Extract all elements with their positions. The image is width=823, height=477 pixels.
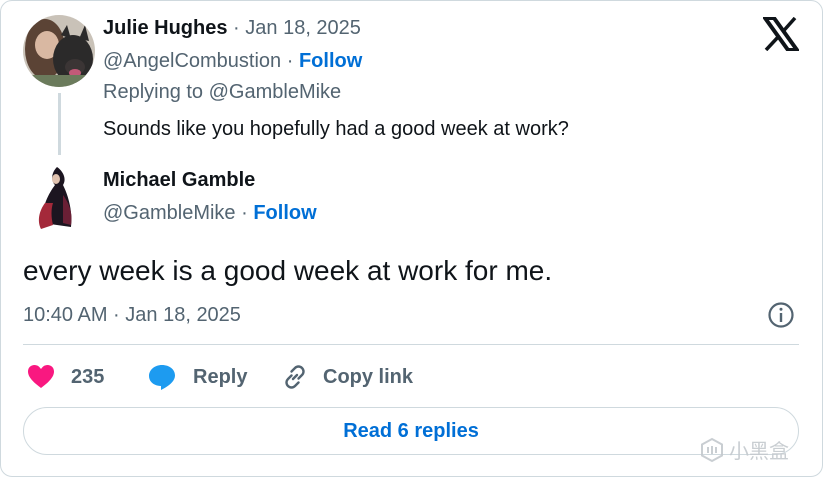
handle-separator: · [281,50,299,72]
tweet-timestamp[interactable]: 10:40 AM · Jan 18, 2025 [23,304,241,327]
parent-handle-row: @AngelCombustion · Follow [103,50,362,73]
copy-link-button[interactable]: Copy link [281,359,413,395]
replying-to[interactable]: Replying to @GambleMike [103,81,341,104]
like-button[interactable]: 235 [27,359,104,395]
parent-author-handle[interactable]: @AngelCombustion [103,50,281,72]
watermark-icon [701,437,723,462]
follow-button-parent[interactable]: Follow [299,50,362,72]
main-handle-row: @GambleMike · Follow [103,202,317,225]
avatar-michael-gamble[interactable] [23,163,95,235]
parent-tweet-text: Sounds like you hopefully had a good wee… [103,118,569,140]
read-replies-button[interactable]: Read 6 replies [23,407,799,455]
main-tweet-text: every week is a good week at work for me… [23,255,553,286]
parent-tweet-date[interactable]: Jan 18, 2025 [245,17,361,39]
reply-label: Reply [193,365,248,388]
thread-connector-line [58,93,61,155]
reply-bubble-icon [149,365,175,390]
heart-icon [28,365,54,388]
avatar-julie-hughes[interactable] [23,15,95,87]
link-icon [285,365,305,389]
like-count: 235 [71,365,105,388]
main-author-name[interactable]: Michael Gamble [103,169,255,192]
parent-tweet-header: Julie Hughes · Jan 18, 2025 [103,17,361,40]
watermark-text: 小黑盒 [729,441,789,463]
info-icon[interactable] [767,301,795,329]
copy-link-label: Copy link [323,365,414,388]
main-author-handle[interactable]: @GambleMike [103,202,236,224]
header-separator: · [227,17,246,39]
handle-separator: · [235,202,254,224]
actions-divider [23,344,799,345]
watermark: 小黑盒 [699,435,789,464]
reply-button[interactable]: Reply [147,359,247,395]
x-logo-icon[interactable] [763,17,799,51]
tweet-embed-card: Julie Hughes · Jan 18, 2025 @AngelCombus… [0,0,823,477]
parent-author-name[interactable]: Julie Hughes [103,17,227,39]
follow-button-main[interactable]: Follow [253,202,316,224]
